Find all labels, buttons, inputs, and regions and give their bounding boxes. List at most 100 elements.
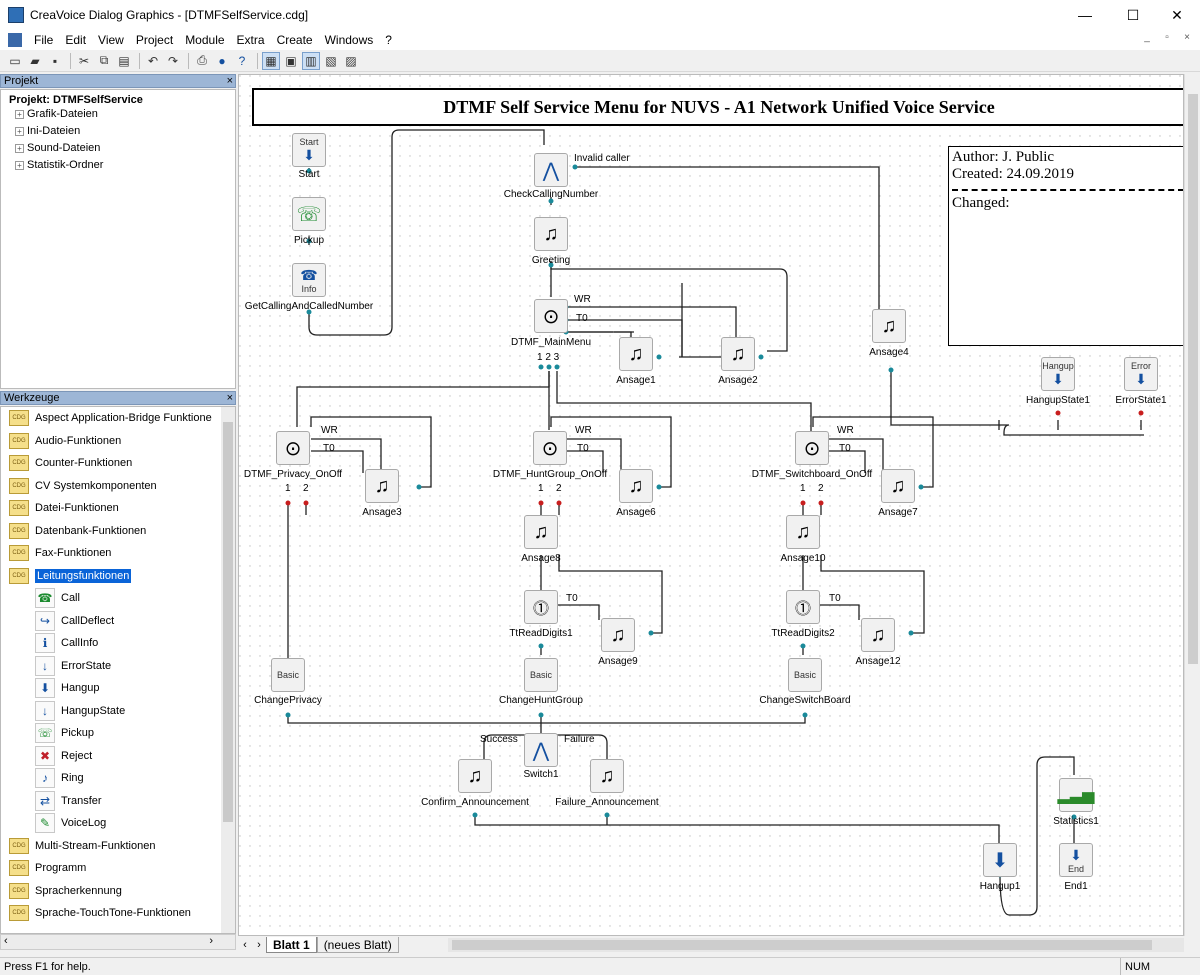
- menu-windows[interactable]: Windows: [319, 33, 380, 47]
- tab-new-sheet[interactable]: (neues Blatt): [316, 937, 399, 953]
- paste-icon[interactable]: ▤: [115, 52, 133, 70]
- scroll-left-icon[interactable]: ‹: [4, 935, 8, 947]
- print-icon[interactable]: ⎙: [193, 52, 211, 70]
- scroll-right-icon[interactable]: ›: [209, 935, 213, 947]
- node-pickup[interactable]: ☏ Pickup: [292, 197, 326, 246]
- menu-project[interactable]: Project: [130, 33, 179, 47]
- node-ansage3[interactable]: ♫ Ansage3: [362, 469, 402, 518]
- tool-group[interactable]: CDG Counter-Funktionen: [1, 452, 235, 475]
- tools-horizontal-scrollbar[interactable]: ‹ ›: [0, 934, 236, 950]
- tool-group[interactable]: CDG Spracherkennung: [1, 880, 235, 903]
- node-switchboard[interactable]: ⊙ DTMF_Switchboard_OnOff: [752, 431, 872, 480]
- tool-group[interactable]: CDG Multi-Stream-Funktionen: [1, 835, 235, 858]
- mdi-restore-button[interactable]: ▫: [1160, 32, 1174, 43]
- save-icon[interactable]: ▪: [46, 52, 64, 70]
- view-tools-icon[interactable]: ▣: [282, 52, 300, 70]
- project-root[interactable]: Projekt: DTMFSelfService: [9, 94, 231, 106]
- node-switch1[interactable]: ⋀ Switch1: [523, 733, 559, 780]
- node-changeprivacy[interactable]: Basic ChangePrivacy: [254, 658, 322, 706]
- tab-next-icon[interactable]: ›: [252, 939, 266, 951]
- node-failure[interactable]: ♫ Failure_Announcement: [555, 759, 659, 808]
- redo-icon[interactable]: ↷: [164, 52, 182, 70]
- view-properties-icon[interactable]: ▥: [302, 51, 320, 70]
- view-debug-icon[interactable]: ▨: [342, 52, 360, 70]
- scrollbar-thumb[interactable]: [452, 940, 1152, 950]
- cut-icon[interactable]: ✂: [75, 52, 93, 70]
- tool-group[interactable]: CDG Aspect Application-Bridge Funktione: [1, 407, 235, 430]
- tool-item-callinfo[interactable]: ℹ CallInfo: [1, 632, 235, 655]
- view-output-icon[interactable]: ▧: [322, 52, 340, 70]
- node-ansage7[interactable]: ♫ Ansage7: [878, 469, 918, 518]
- node-ansage2[interactable]: ♫ Ansage2: [718, 337, 758, 386]
- tool-group-selected[interactable]: CDG Leitungsfunktionen: [1, 565, 235, 588]
- node-ansage10[interactable]: ♫ Ansage10: [780, 515, 826, 564]
- mdi-minimize-button[interactable]: _: [1140, 32, 1154, 43]
- scrollbar-thumb[interactable]: [1188, 94, 1198, 664]
- tool-group[interactable]: CDG Datenbank-Funktionen: [1, 520, 235, 543]
- tool-group[interactable]: CDG Programm: [1, 857, 235, 880]
- menu-view[interactable]: View: [92, 33, 130, 47]
- tool-item-transfer[interactable]: ⇄ Transfer: [1, 790, 235, 813]
- info-icon[interactable]: ●: [213, 52, 231, 70]
- menu-file[interactable]: File: [28, 33, 59, 47]
- diagram-canvas[interactable]: DTMF Self Service Menu for NUVS - A1 Net…: [238, 74, 1184, 936]
- node-ansage6[interactable]: ♫ Ansage6: [616, 469, 656, 518]
- maximize-button[interactable]: ☐: [1110, 0, 1156, 30]
- node-changeswitch[interactable]: Basic ChangeSwitchBoard: [759, 658, 851, 706]
- tool-item-hangupstate[interactable]: ↓ HangupState: [1, 700, 235, 723]
- tool-item-hangup[interactable]: ⬇ Hangup: [1, 677, 235, 700]
- node-ansage9[interactable]: ♫ Ansage9: [598, 618, 638, 667]
- menu-edit[interactable]: Edit: [59, 33, 92, 47]
- node-changehunt[interactable]: Basic ChangeHuntGroup: [499, 658, 583, 706]
- copy-icon[interactable]: ⧉: [95, 52, 113, 70]
- menu-extra[interactable]: Extra: [231, 33, 271, 47]
- project-pane-close-icon[interactable]: ×: [227, 75, 233, 87]
- new-icon[interactable]: ▭: [6, 52, 24, 70]
- node-hangup1[interactable]: ⬇ Hangup1: [980, 843, 1020, 892]
- tool-item-ring[interactable]: ♪ Ring: [1, 767, 235, 790]
- expand-icon[interactable]: +: [15, 144, 24, 153]
- expand-icon[interactable]: +: [15, 161, 24, 170]
- document-icon[interactable]: [8, 33, 22, 47]
- node-ansage8[interactable]: ♫ Ansage8: [521, 515, 561, 564]
- tool-item-reject[interactable]: ✖ Reject: [1, 745, 235, 768]
- open-icon[interactable]: ▰: [26, 52, 44, 70]
- node-checkcalling[interactable]: ⋀ CheckCallingNumber: [504, 153, 598, 200]
- tool-group[interactable]: CDG Sprache-TouchTone-Funktionen: [1, 902, 235, 925]
- node-start[interactable]: Start ⬇ Start: [292, 133, 326, 180]
- view-project-icon[interactable]: ▦: [262, 51, 280, 70]
- expand-icon[interactable]: +: [15, 127, 24, 136]
- expand-icon[interactable]: +: [15, 110, 24, 119]
- canvas-horizontal-scrollbar[interactable]: [448, 938, 1184, 952]
- minimize-button[interactable]: —: [1062, 0, 1108, 30]
- tool-group[interactable]: CDG CV Systemkomponenten: [1, 475, 235, 498]
- menu-help[interactable]: ?: [379, 33, 398, 47]
- undo-icon[interactable]: ↶: [144, 52, 162, 70]
- node-getcalling[interactable]: ☎ Info GetCallingAndCalledNumber: [245, 263, 373, 312]
- node-end1[interactable]: ⬇ End End1: [1059, 843, 1093, 892]
- node-mainmenu[interactable]: ⊙ DTMF_MainMenu: [511, 299, 591, 348]
- tab-blatt-1[interactable]: Blatt 1: [266, 937, 317, 953]
- node-errorstate1[interactable]: Error ⬇ ErrorState1: [1115, 357, 1167, 406]
- node-confirm[interactable]: ♫ Confirm_Announcement: [421, 759, 529, 808]
- tool-item-errorstate[interactable]: ↓ ErrorState: [1, 655, 235, 678]
- tree-item-ini[interactable]: + Ini-Dateien: [15, 123, 231, 140]
- node-privacy[interactable]: ⊙ DTMF_Privacy_OnOff: [244, 431, 342, 480]
- node-statistics1[interactable]: ▂▃▅ Statistics1: [1053, 778, 1099, 827]
- tool-group[interactable]: CDG Datei-Funktionen: [1, 497, 235, 520]
- node-huntgroup[interactable]: ⊙ DTMF_HuntGroup_OnOff: [493, 431, 607, 480]
- mdi-close-button[interactable]: ×: [1180, 32, 1194, 43]
- node-ttread2[interactable]: ⓵ TtReadDigits2: [771, 590, 835, 639]
- node-ansage1[interactable]: ♫ Ansage1: [616, 337, 656, 386]
- tool-group[interactable]: CDG Fax-Funktionen: [1, 542, 235, 565]
- node-ttread1[interactable]: ⓵ TtReadDigits1: [509, 590, 573, 639]
- tool-item-pickup[interactable]: ☏ Pickup: [1, 722, 235, 745]
- tree-item-sound[interactable]: + Sound-Dateien: [15, 140, 231, 157]
- tool-item-calldeflect[interactable]: ↪ CallDeflect: [1, 610, 235, 633]
- canvas-vertical-scrollbar[interactable]: [1184, 74, 1200, 936]
- tree-item-statistik[interactable]: + Statistik-Ordner: [15, 157, 231, 174]
- node-ansage4[interactable]: ♫ Ansage4: [869, 309, 909, 358]
- menu-module[interactable]: Module: [179, 33, 230, 47]
- node-greeting[interactable]: ♫ Greeting: [532, 217, 570, 266]
- tool-group[interactable]: CDG Audio-Funktionen: [1, 430, 235, 453]
